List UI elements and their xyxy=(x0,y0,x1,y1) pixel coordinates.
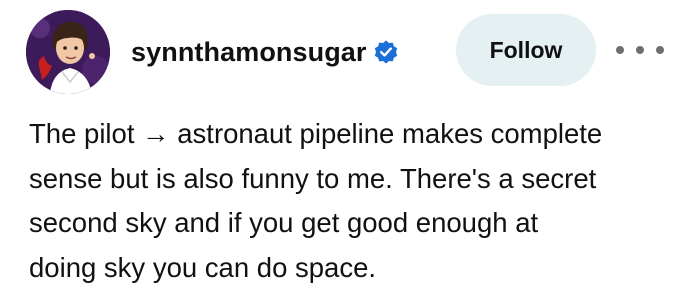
post-header: synnthamonsugar Follow xyxy=(0,0,700,110)
more-options-icon[interactable] xyxy=(616,34,664,66)
username[interactable]: synnthamonsugar xyxy=(131,37,367,68)
avatar[interactable] xyxy=(26,10,110,94)
post-body-line: sense but is also funny to me. There's a… xyxy=(29,162,597,194)
post: synnthamonsugar Follow The pilot → astro… xyxy=(0,0,700,306)
more-dot xyxy=(616,46,624,54)
post-body-line: The pilot → astronaut pipeline makes com… xyxy=(29,118,603,149)
username-row: synnthamonsugar xyxy=(131,34,399,70)
more-dot xyxy=(656,46,664,54)
post-body-line: second sky and if you get good enough at xyxy=(29,207,539,238)
post-body-line: doing sky you can do space. xyxy=(29,251,377,283)
post-body: The pilot → astronaut pipeline makes com… xyxy=(29,112,689,290)
follow-button[interactable]: Follow xyxy=(456,14,596,86)
verified-badge-icon xyxy=(373,39,399,65)
more-dot xyxy=(636,46,644,54)
